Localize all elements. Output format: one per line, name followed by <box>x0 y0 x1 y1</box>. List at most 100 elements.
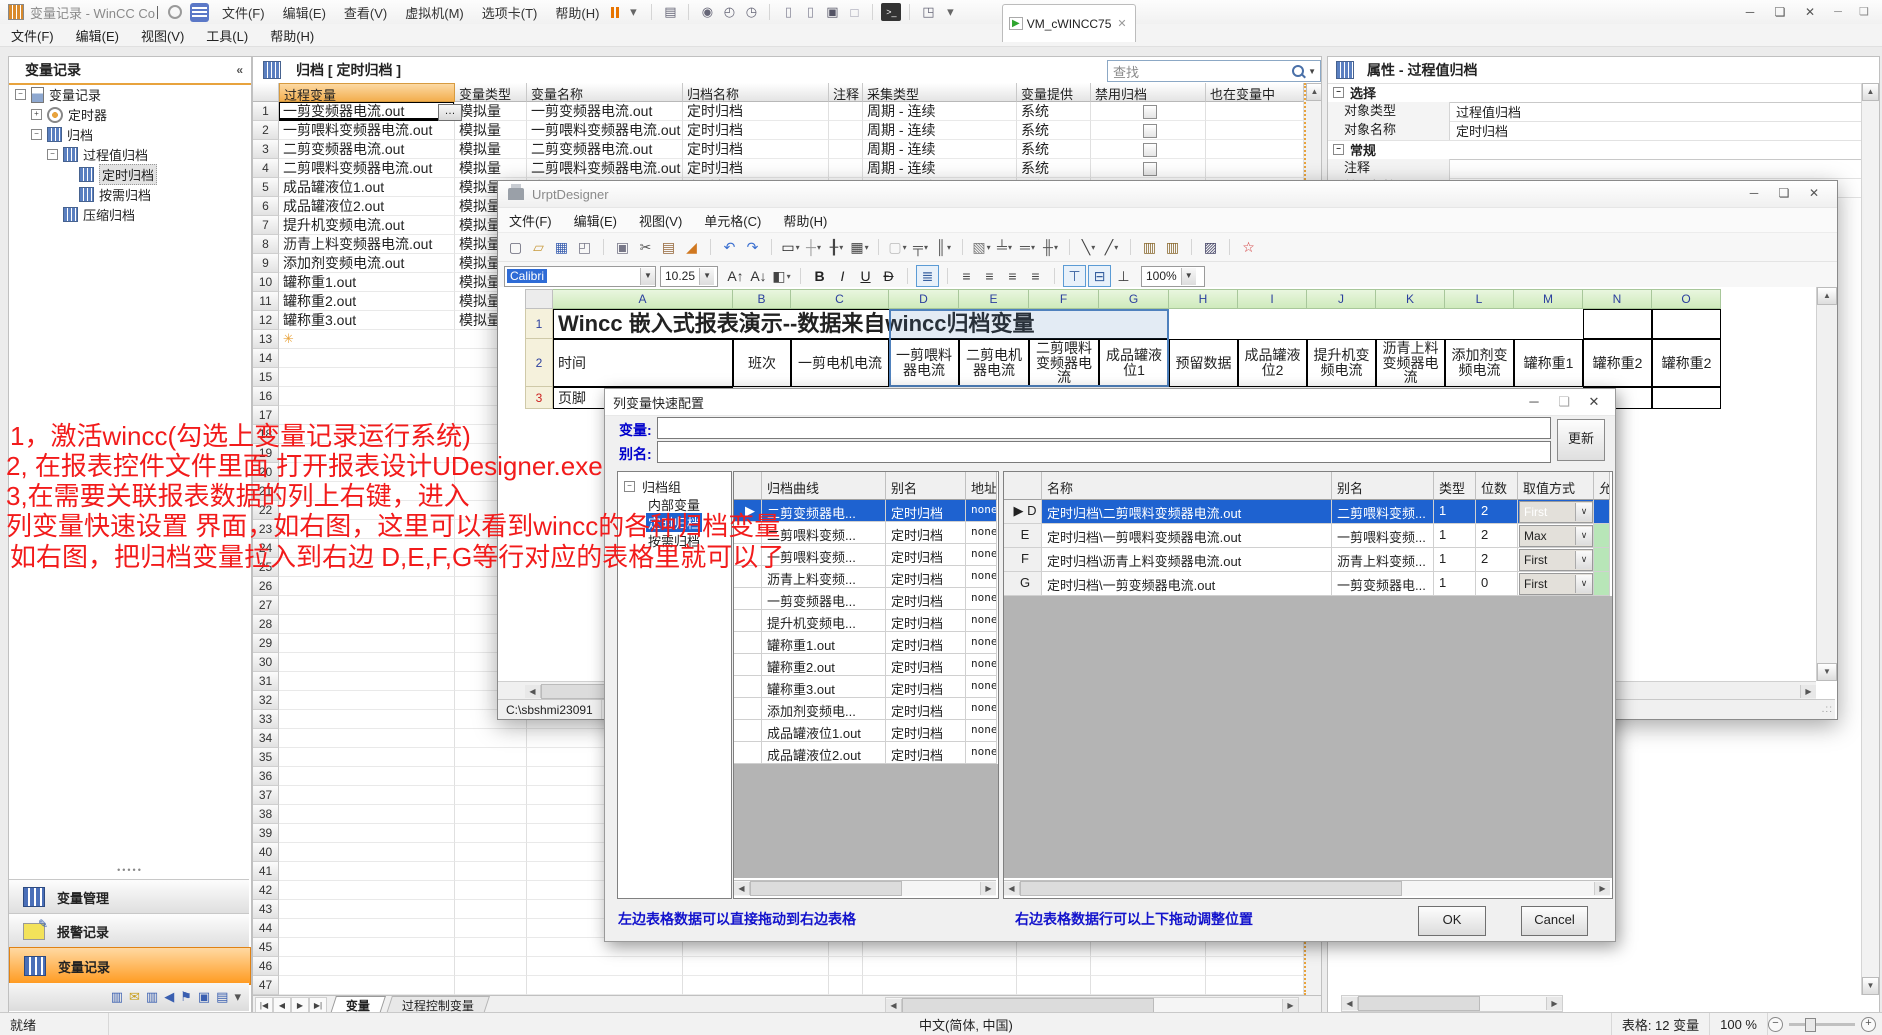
mode-select[interactable]: Max∨ <box>1519 525 1593 547</box>
lt-row-selector[interactable] <box>734 610 762 632</box>
collapse-sidebar-button[interactable]: « <box>236 63 243 77</box>
lt-cell-alias[interactable]: 定时归档 <box>886 742 966 764</box>
mode-select[interactable]: First∨ <box>1519 573 1593 595</box>
tree-item-按需归档[interactable]: 按需归档 <box>646 532 702 548</box>
vm-menu-item[interactable]: 帮助(H) <box>546 3 608 22</box>
lt-row-selector[interactable] <box>734 522 762 544</box>
cell-column-header[interactable]: 罐称重2 <box>1583 339 1652 387</box>
guest-minimize-button[interactable]: ─ <box>1828 3 1848 21</box>
nav-报警记录-button[interactable]: 报警记录 <box>9 913 249 948</box>
rt-cell-flag[interactable] <box>1594 524 1610 548</box>
diagonal-up-icon[interactable]: ╱▾ <box>1101 237 1122 257</box>
zoom-out-icon[interactable]: − <box>1768 1017 1783 1032</box>
dialog-close-button[interactable]: ✕ <box>1579 391 1609 413</box>
vm-tab[interactable]: ▶ VM_cWINCC75 ✕ <box>1002 4 1136 42</box>
property-row-常规[interactable]: −常规 <box>1328 140 1861 160</box>
rt-cell-name[interactable]: 定时归档\沥青上料变频器电流.out <box>1042 548 1332 572</box>
rt-cell-mode[interactable]: First∨ <box>1518 548 1594 572</box>
search-input[interactable]: 查找 ▼ <box>1107 60 1321 82</box>
snapshot-take-icon[interactable]: ◉ <box>697 3 717 21</box>
designer-minimize-button[interactable]: ─ <box>1739 184 1769 204</box>
column-letter-I[interactable]: I <box>1238 289 1307 309</box>
valign-top-icon[interactable]: ⊤ <box>1063 265 1086 287</box>
lt-cell-address[interactable]: none <box>966 676 997 698</box>
tree-expand-icon[interactable]: − <box>31 129 42 140</box>
rt-cell-digits[interactable]: 0 <box>1476 572 1518 596</box>
tree-item-内部变量[interactable]: 内部变量 <box>646 496 702 512</box>
dropdown-icon[interactable]: ▾ <box>1114 243 1118 252</box>
lt-cell-address[interactable]: none <box>966 500 997 522</box>
column-letter-K[interactable]: K <box>1376 289 1445 309</box>
tree-item-定时归档[interactable]: 定时归档 <box>646 514 702 530</box>
cell-column-header[interactable]: 二剪电机器电流 <box>959 339 1029 387</box>
border-top-icon[interactable]: ╤▾ <box>910 237 931 257</box>
undo-icon[interactable]: ↶ <box>719 237 740 257</box>
tab-first-button[interactable]: |◀ <box>255 997 273 1014</box>
table-row[interactable]: 46 <box>253 957 1304 976</box>
pause-menu-icon[interactable]: ▾ <box>623 3 643 21</box>
lt-row-selector[interactable]: ▶ <box>734 500 762 522</box>
rt-cell-mode[interactable]: First∨ <box>1518 500 1594 524</box>
archive-curves-table[interactable]: 归档曲线别名地址▶二剪变频器电...定时归档none二剪喂料变频...定时归档n… <box>733 471 999 899</box>
table-row[interactable]: 2一剪喂料变频器电流.out模拟量一剪喂料变频器电流.out定时归档周期 - 连… <box>253 121 1304 140</box>
checkbox-unchecked[interactable] <box>1143 124 1157 138</box>
dropdown-icon[interactable]: ▾ <box>987 243 991 252</box>
update-button[interactable]: 更新 <box>1557 419 1605 461</box>
snapshot-manager-icon[interactable]: ◷ <box>741 3 761 21</box>
tree-item-定时归档[interactable]: 定时归档 <box>63 165 157 184</box>
save-icon[interactable]: ▦ <box>551 237 572 257</box>
restore-button[interactable]: ❏ <box>1768 3 1792 21</box>
cell-column-header[interactable]: 成品罐液位1 <box>1099 339 1169 387</box>
column-letter-A[interactable]: A <box>553 289 733 309</box>
cell-tag[interactable]: 沥青上料变频器电流.out <box>279 235 455 254</box>
lt-cell-address[interactable]: none <box>966 742 997 764</box>
scroll-down-icon[interactable]: ▼ <box>1862 977 1879 995</box>
console-view-icon[interactable]: ▣ <box>822 3 842 21</box>
designer-menu-item[interactable]: 文件(F) <box>498 211 563 230</box>
property-row-对象类型[interactable]: 对象类型过程值归档 <box>1328 102 1861 122</box>
align-center-icon[interactable]: ≡ <box>979 266 1000 286</box>
property-row-对象名称[interactable]: 对象名称定时归档 <box>1328 121 1861 141</box>
archive-group-tree[interactable]: −归档组内部变量定时归档按需归档 <box>617 471 732 899</box>
dropdown-icon[interactable]: ▾ <box>1054 243 1058 252</box>
dropdown-icon[interactable]: ∨ <box>1575 503 1592 521</box>
lt-cell-alias[interactable]: 定时归档 <box>886 566 966 588</box>
border-bottom-icon[interactable]: ╧▾ <box>994 237 1015 257</box>
more-icon[interactable]: ▾ <box>234 989 241 1005</box>
cell-column-header[interactable]: 一剪喂料器电流 <box>889 339 959 387</box>
tree-item-过程值归档[interactable]: −过程值归档 <box>47 145 148 164</box>
close-button[interactable]: ✕ <box>1798 3 1822 21</box>
tab-next-button[interactable]: ▶ <box>291 997 309 1014</box>
dialog-minimize-button[interactable]: ─ <box>1519 391 1549 413</box>
fullscreen-icon[interactable]: ◳ <box>918 3 938 21</box>
cell-column-header[interactable]: 预留数据 <box>1169 339 1238 387</box>
column-letter-F[interactable]: F <box>1029 289 1099 309</box>
column-header-采集类型[interactable]: 采集类型 <box>863 83 1017 102</box>
cell-report-title[interactable]: Wincc 嵌入式报表演示--数据来自wincc归档变量 <box>553 309 1169 339</box>
scroll-left-icon[interactable]: ◀ <box>1004 882 1020 895</box>
tab-last-button[interactable]: ▶| <box>309 997 327 1014</box>
scroll-up-icon[interactable]: ▲ <box>1306 83 1322 101</box>
lt-cell-address[interactable]: none <box>966 698 997 720</box>
checkbox-unchecked[interactable] <box>1143 162 1157 176</box>
property-row-选择[interactable]: −选择 <box>1328 83 1861 103</box>
column-letter-B[interactable]: B <box>733 289 791 309</box>
scroll-left-icon[interactable]: ◀ <box>1342 997 1358 1010</box>
checkbox-unchecked[interactable] <box>1143 105 1157 119</box>
zoom-slider[interactable] <box>1789 1023 1855 1026</box>
border-shade-icon[interactable]: ▧▾ <box>971 237 992 257</box>
cell-tag[interactable]: 二剪变频器电流.out <box>279 140 455 159</box>
guest-restore-button[interactable]: ❏ <box>1854 3 1874 21</box>
dropdown-icon[interactable]: ▾ <box>924 243 928 252</box>
scroll-right-icon[interactable]: ▶ <box>1800 685 1816 698</box>
column-mapping-table[interactable]: 名称别名类型位数取值方式允▶ D定时归档\二剪喂料变频器电流.out二剪喂料变频… <box>1003 471 1613 899</box>
scroll-down-icon[interactable]: ▼ <box>1817 663 1837 681</box>
lt-cell-curve[interactable]: 一剪变频器电... <box>762 588 886 610</box>
search-dropdown-icon[interactable]: ▼ <box>1308 67 1316 76</box>
zoom-select[interactable]: 100%▼ <box>1141 266 1205 287</box>
tree-item-归档[interactable]: −归档 <box>31 125 93 144</box>
resize-grip[interactable]: .:: <box>1822 704 1833 715</box>
column-header-归档名称[interactable]: 归档名称 <box>683 83 829 102</box>
lt-row-selector[interactable] <box>734 544 762 566</box>
rt-row-key[interactable]: F <box>1004 548 1042 572</box>
